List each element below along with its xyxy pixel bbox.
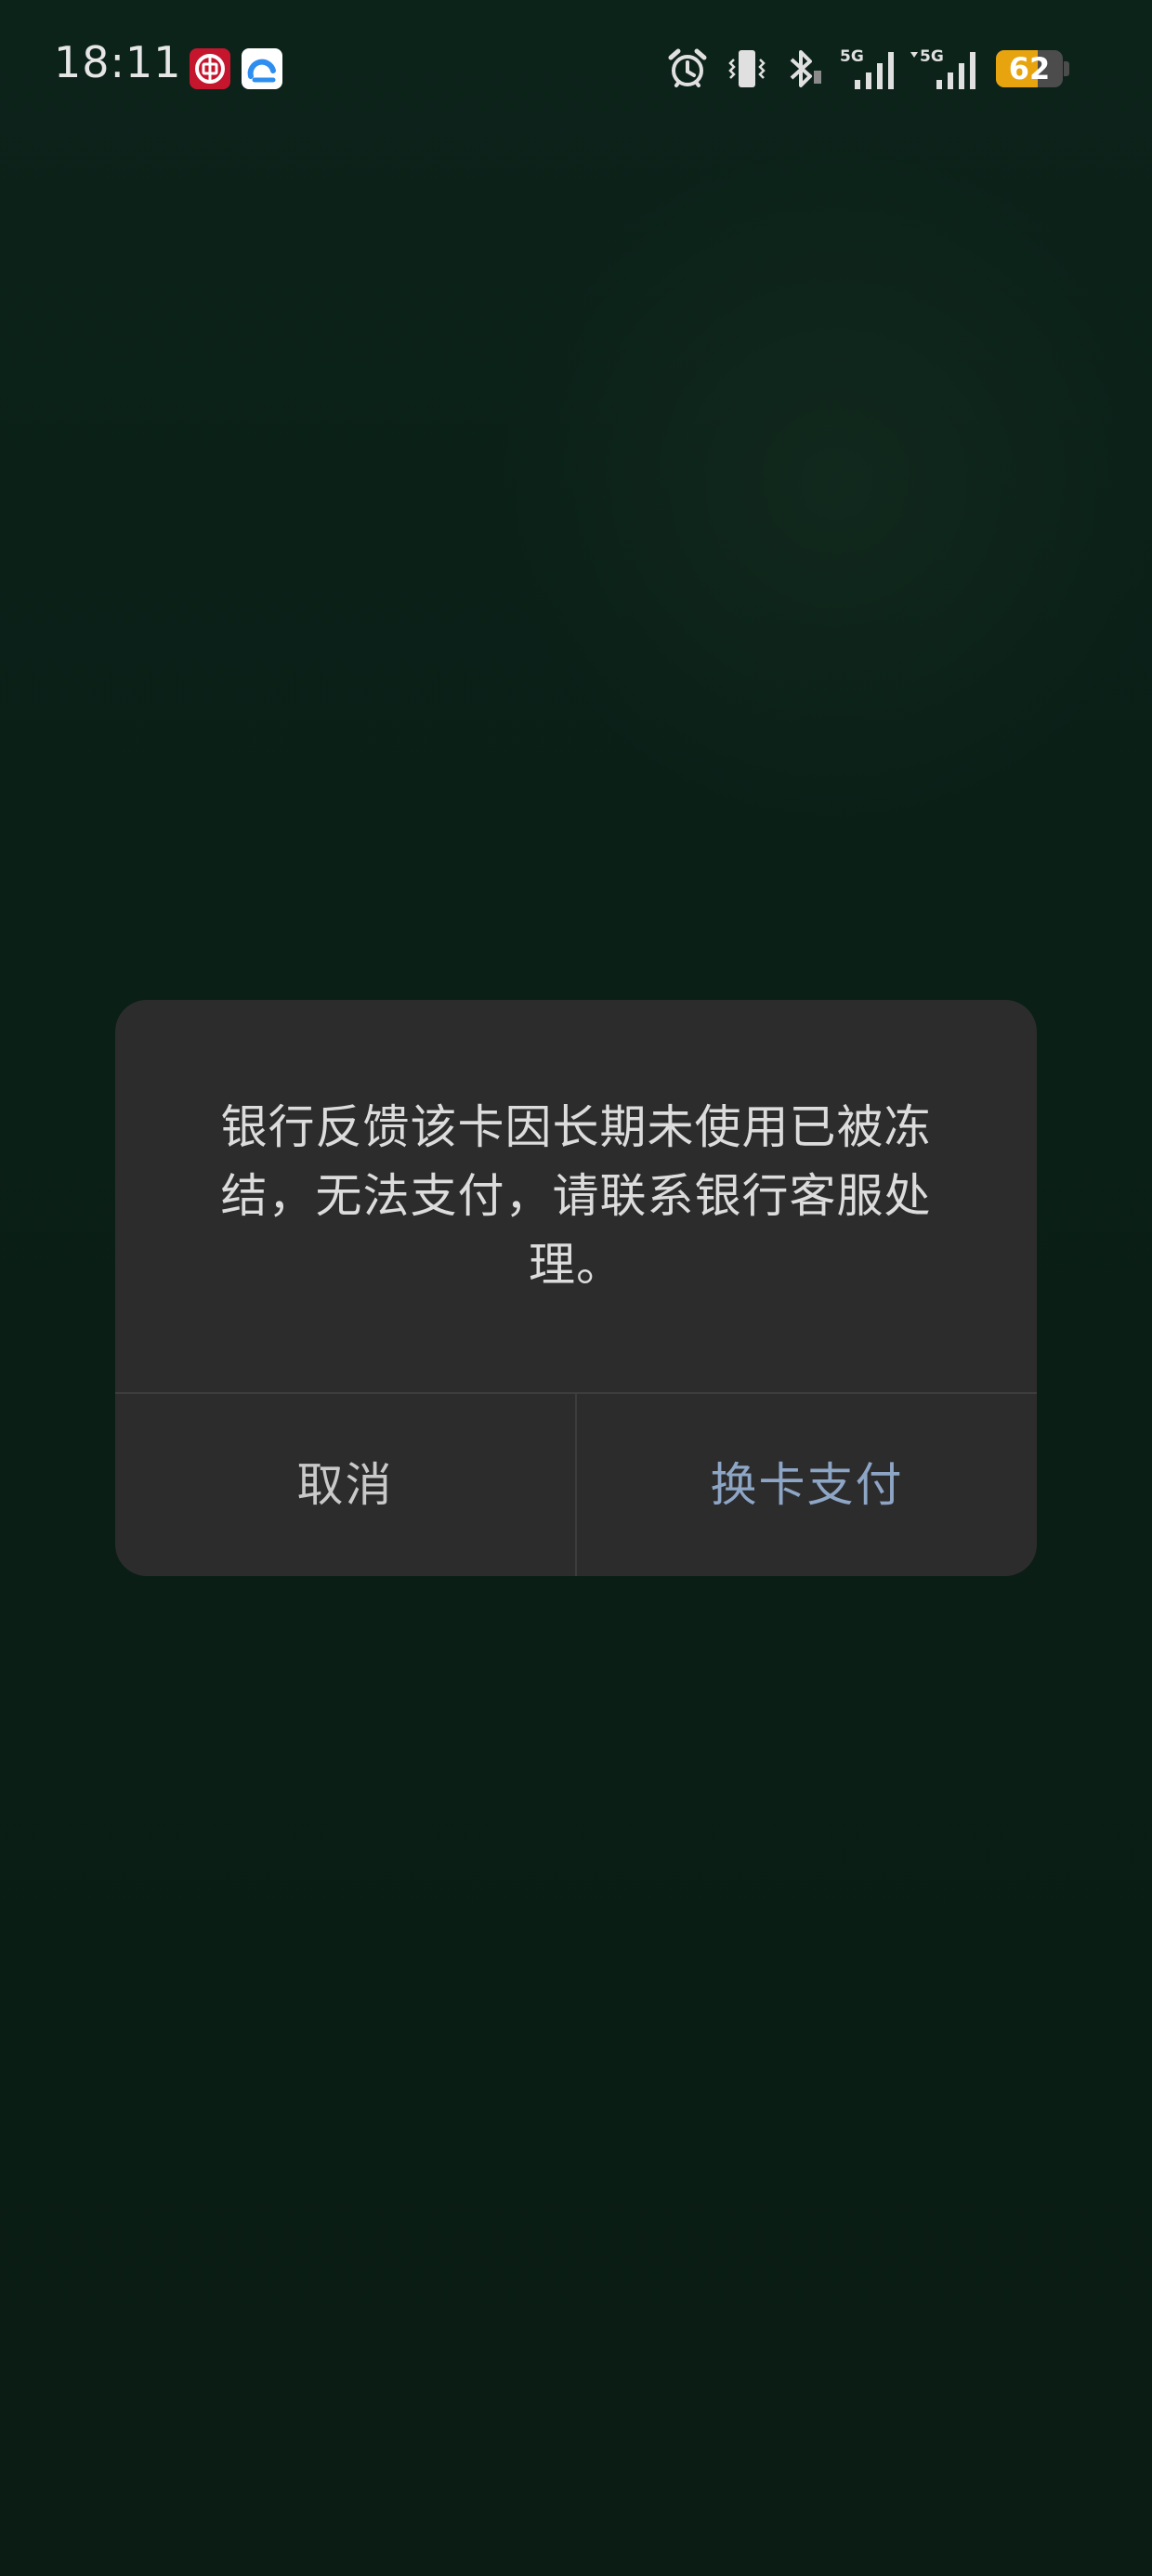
signal-5g-icon: 5G [840,47,894,89]
battery-percentage: 62 [1008,51,1051,86]
screen: 18:11 5G 5G 62 银行反馈该卡因长期未使用已被冻结，无法支付，请联系… [0,0,1152,2576]
vibrate-icon [728,50,766,87]
svg-text:5G: 5G [840,47,864,66]
battery-indicator: 62 [996,50,1069,87]
payment-error-dialog: 银行反馈该卡因长期未使用已被冻结，无法支付，请联系银行客服处理。 取消 换卡支付 [115,1000,1037,1576]
cloud-app-icon [242,48,282,89]
bluetooth-icon [790,50,821,87]
alarm-icon [668,48,707,87]
dialog-message: 银行反馈该卡因长期未使用已被冻结，无法支付，请联系银行客服处理。 [220,1100,932,1292]
signal-5g-icon: 5G [910,47,975,89]
svg-text:5G: 5G [920,47,944,66]
cancel-button[interactable]: 取消 [115,1394,575,1576]
battery-body: 62 [996,50,1063,87]
battery-tip [1064,61,1069,76]
bank-of-china-icon [190,48,230,89]
status-bar: 18:11 5G 5G 62 [0,0,1152,139]
switch-card-pay-button[interactable]: 换卡支付 [577,1394,1037,1576]
status-time: 18:11 [54,37,182,87]
